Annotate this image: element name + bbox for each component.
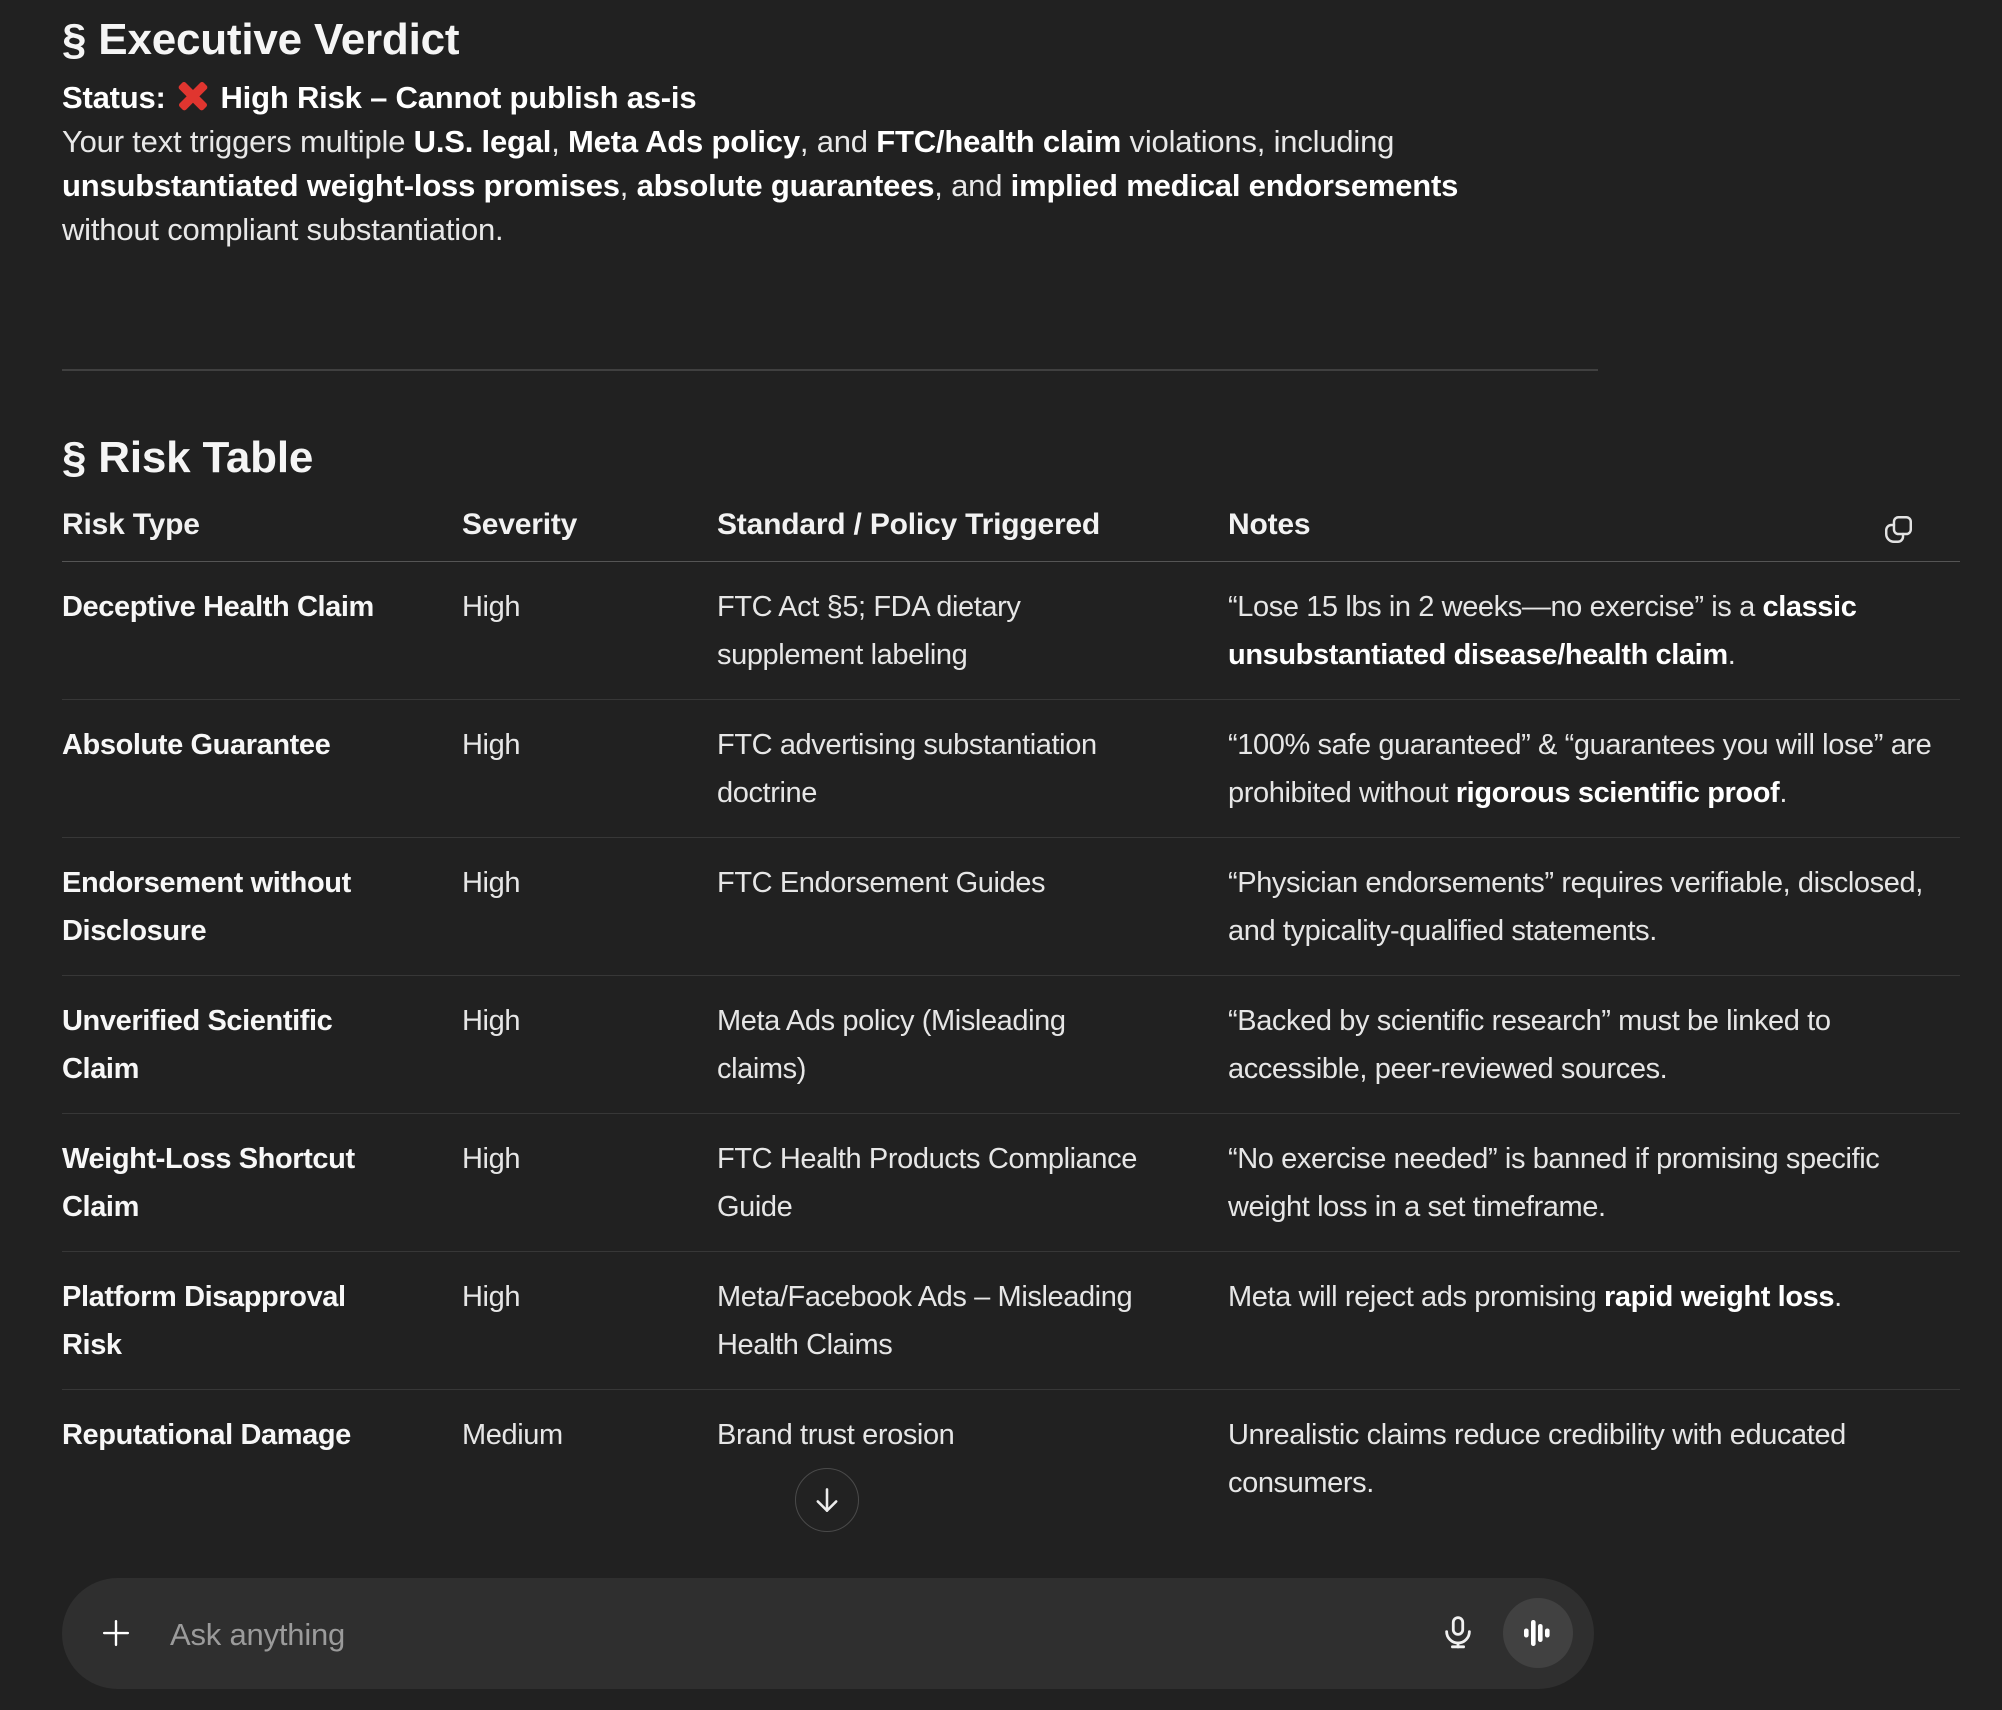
- cell-standard: FTC advertising substantiation doctrine: [717, 700, 1228, 837]
- cell-severity: Medium: [462, 1390, 717, 1527]
- arrow-down-icon: [810, 1483, 844, 1517]
- cell-notes: “Lose 15 lbs in 2 weeks—no exercise” is …: [1228, 562, 1960, 699]
- table-row: Absolute GuaranteeHighFTC advertising su…: [62, 700, 1960, 838]
- table-row: Reputational DamageMediumBrand trust ero…: [62, 1390, 1960, 1527]
- cell-severity: High: [462, 562, 717, 699]
- cell-standard: Meta/Facebook Ads – Misleading Health Cl…: [717, 1252, 1228, 1389]
- executive-verdict-heading: § Executive Verdict: [62, 12, 459, 68]
- voice-waveform-icon: [1515, 1610, 1561, 1656]
- microphone-icon: [1437, 1612, 1479, 1654]
- cell-notes: “Backed by scientific research” must be …: [1228, 976, 1960, 1113]
- column-header-severity: Severity: [462, 500, 717, 561]
- cell-notes: “No exercise needed” is banned if promis…: [1228, 1114, 1960, 1251]
- cell-notes: Meta will reject ads promising rapid wei…: [1228, 1252, 1960, 1389]
- table-row: Weight-Loss Shortcut ClaimHighFTC Health…: [62, 1114, 1960, 1252]
- cell-risk-type: Deceptive Health Claim: [62, 562, 462, 699]
- dictate-button[interactable]: [1435, 1610, 1481, 1656]
- column-header-standard-policy-triggered: Standard / Policy Triggered: [717, 500, 1228, 561]
- cell-risk-type: Reputational Damage: [62, 1390, 462, 1527]
- composer-bar[interactable]: [62, 1578, 1594, 1689]
- voice-mode-button[interactable]: [1503, 1598, 1573, 1668]
- cell-notes: “Physician endorsements” requires verifi…: [1228, 838, 1960, 975]
- verdict-paragraph: Your text triggers multiple U.S. legal, …: [62, 120, 1592, 252]
- cell-risk-type: Absolute Guarantee: [62, 700, 462, 837]
- cell-risk-type: Endorsement without Disclosure: [62, 838, 462, 975]
- attach-button[interactable]: [94, 1611, 138, 1655]
- table-row: Platform Disapproval RiskHighMeta/Facebo…: [62, 1252, 1960, 1390]
- cell-notes: Unrealistic claims reduce credibility wi…: [1228, 1390, 1960, 1527]
- cell-standard: FTC Health Products Compliance Guide: [717, 1114, 1228, 1251]
- cell-severity: High: [462, 976, 717, 1113]
- table-row: Deceptive Health ClaimHighFTC Act §5; FD…: [62, 562, 1960, 700]
- risk-table-heading: § Risk Table: [62, 430, 313, 486]
- copy-table-button[interactable]: [1874, 505, 1922, 553]
- column-header-risk-type: Risk Type: [62, 500, 462, 561]
- table-row: Unverified Scientific ClaimHighMeta Ads …: [62, 976, 1960, 1114]
- section-divider: [62, 369, 1598, 371]
- cell-notes: “100% safe guaranteed” & “guarantees you…: [1228, 700, 1960, 837]
- scroll-to-bottom-button[interactable]: [795, 1468, 859, 1532]
- cell-severity: High: [462, 1252, 717, 1389]
- cell-risk-type: Platform Disapproval Risk: [62, 1252, 462, 1389]
- cell-severity: High: [462, 838, 717, 975]
- risk-table-body: Deceptive Health ClaimHighFTC Act §5; FD…: [62, 562, 1960, 1527]
- plus-icon: [97, 1614, 135, 1652]
- cell-severity: High: [462, 700, 717, 837]
- risk-table: Risk TypeSeverityStandard / Policy Trigg…: [62, 500, 1960, 1527]
- status-line: Status: High Risk – Cannot publish as-is: [62, 76, 696, 120]
- cell-risk-type: Unverified Scientific Claim: [62, 976, 462, 1113]
- cell-standard: Meta Ads policy (Misleading claims): [717, 976, 1228, 1113]
- cell-risk-type: Weight-Loss Shortcut Claim: [62, 1114, 462, 1251]
- column-header-notes: Notes: [1228, 500, 1960, 561]
- chat-input[interactable]: [168, 1578, 1352, 1691]
- cell-standard: Brand trust erosion: [717, 1390, 1228, 1527]
- copy-icon: [1883, 514, 1914, 545]
- cell-standard: FTC Act §5; FDA dietary supplement label…: [717, 562, 1228, 699]
- table-row: Endorsement without DisclosureHighFTC En…: [62, 838, 1960, 976]
- chat-page: § Executive Verdict Status: High Risk – …: [0, 0, 2002, 1710]
- cell-standard: FTC Endorsement Guides: [717, 838, 1228, 975]
- cross-mark-icon: [174, 81, 212, 111]
- cell-severity: High: [462, 1114, 717, 1251]
- risk-table-header-row: Risk TypeSeverityStandard / Policy Trigg…: [62, 500, 1960, 562]
